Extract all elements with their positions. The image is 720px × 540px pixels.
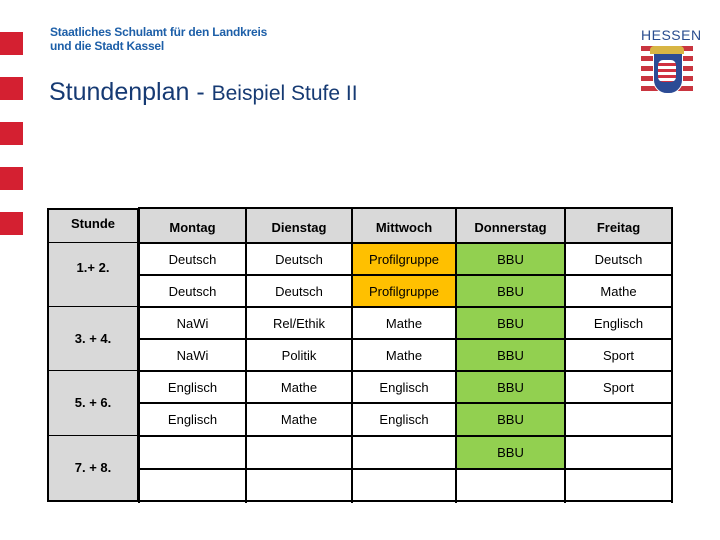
- day-header-freitag: Freitag: [565, 208, 672, 243]
- timetable-cell: Englisch: [352, 371, 456, 403]
- timetable-cell: [456, 469, 565, 501]
- decorative-bar: [0, 122, 23, 145]
- timetable-cell: Mathe: [352, 307, 456, 339]
- decorative-bar: [0, 77, 23, 100]
- timetable-cell: BBU: [456, 403, 565, 436]
- day-header-donnerstag: Donnerstag: [456, 208, 565, 243]
- page-title: Stundenplan - Beispiel Stufe II: [49, 78, 358, 107]
- timetable-cell: [352, 469, 456, 501]
- timetable-cell: BBU: [456, 307, 565, 339]
- grid-line: [138, 468, 673, 470]
- grid-line: [138, 242, 673, 244]
- timetable-cell: NaWi: [139, 307, 246, 339]
- grid-line: [138, 274, 673, 276]
- timetable-cell: Mathe: [246, 371, 352, 403]
- decorative-bar: [0, 32, 23, 55]
- timetable-cell: Mathe: [565, 275, 672, 307]
- timetable-cell: Profilgruppe: [352, 243, 456, 275]
- timetable-cell: [352, 436, 456, 469]
- timetable-cell: Mathe: [246, 403, 352, 436]
- timetable-cell: BBU: [456, 339, 565, 371]
- grid-line: [671, 208, 673, 503]
- grid-line: [245, 208, 247, 503]
- grid-line: [138, 207, 673, 209]
- timetable-cell: [565, 469, 672, 501]
- grid-line: [47, 306, 139, 307]
- grid-line: [138, 338, 673, 340]
- grid-line: [455, 208, 457, 503]
- timetable-cell: [139, 436, 246, 469]
- period-label: 7. + 8.: [47, 435, 139, 500]
- timetable-cell: BBU: [456, 243, 565, 275]
- timetable-cell: Sport: [565, 339, 672, 371]
- decorative-bar: [0, 167, 23, 190]
- grid-line: [47, 500, 139, 502]
- grid-line: [138, 435, 673, 437]
- timetable-cell: NaWi: [139, 339, 246, 371]
- grid-line: [138, 370, 673, 372]
- timetable-cell: Deutsch: [565, 243, 672, 275]
- grid-line: [138, 306, 673, 308]
- timetable-cell: BBU: [456, 275, 565, 307]
- timetable-cell: [139, 469, 246, 501]
- hessen-logo: HESSEN: [641, 27, 702, 96]
- timetable-cell: Deutsch: [139, 275, 246, 307]
- title-sub: Beispiel Stufe II: [211, 82, 358, 105]
- timetable-cell: Politik: [246, 339, 352, 371]
- grid-line: [47, 435, 139, 436]
- coat-of-arms-icon: [641, 46, 693, 96]
- day-header-montag: Montag: [139, 208, 246, 243]
- logo-text: HESSEN: [641, 27, 702, 43]
- grid-line: [138, 500, 673, 502]
- timetable-cell: Rel/Ethik: [246, 307, 352, 339]
- day-header-mittwoch: Mittwoch: [352, 208, 456, 243]
- timetable-cell: Englisch: [139, 371, 246, 403]
- organization-line-1: Staatliches Schulamt für den Landkreis: [50, 25, 268, 39]
- timetable-cell: Mathe: [352, 339, 456, 371]
- timetable-cell: Deutsch: [246, 243, 352, 275]
- grid-line: [351, 208, 353, 503]
- decorative-bar: [0, 212, 23, 235]
- timetable-cell: Englisch: [565, 307, 672, 339]
- grid-line: [138, 208, 140, 503]
- stunde-header: Stunde: [47, 208, 139, 242]
- organization-line-2: und die Stadt Kassel: [50, 39, 165, 53]
- timetable-cell: [565, 436, 672, 469]
- timetable-cell: Deutsch: [139, 243, 246, 275]
- timetable-cell: Sport: [565, 371, 672, 403]
- title-main: Stundenplan -: [49, 78, 212, 106]
- organization-name: Staatliches Schulamt für den Landkreis u…: [50, 25, 267, 53]
- grid-line: [47, 370, 139, 371]
- timetable-cell: BBU: [456, 436, 565, 469]
- timetable-cell: [246, 469, 352, 501]
- timetable-cell: Profilgruppe: [352, 275, 456, 307]
- timetable-cell: [246, 436, 352, 469]
- timetable-cell: Englisch: [139, 403, 246, 436]
- grid-line: [47, 242, 139, 243]
- grid-line: [564, 208, 566, 503]
- grid-line: [138, 402, 673, 404]
- timetable-cell: [565, 403, 672, 436]
- timetable-cell: BBU: [456, 371, 565, 403]
- period-label: 3. + 4.: [47, 306, 139, 370]
- timetable-cell: Englisch: [352, 403, 456, 436]
- period-label: 1.+ 2.: [47, 242, 139, 306]
- day-header-dienstag: Dienstag: [246, 208, 352, 243]
- period-label: 5. + 6.: [47, 370, 139, 435]
- timetable-cell: Deutsch: [246, 275, 352, 307]
